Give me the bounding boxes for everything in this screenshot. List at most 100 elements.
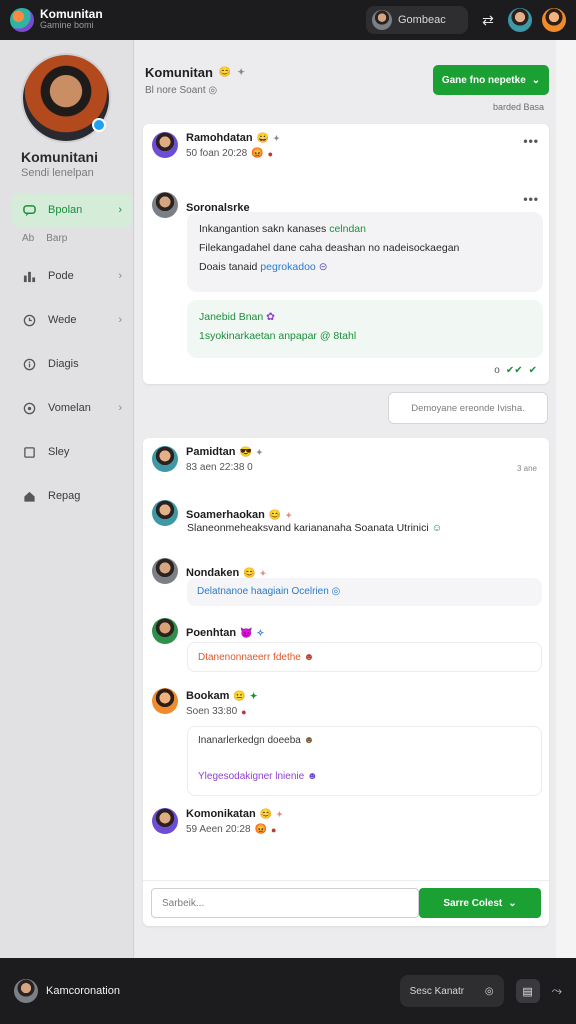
avatar[interactable]	[152, 558, 178, 584]
comment-body: Inanarlerkedgn doeeba	[198, 735, 301, 746]
emoji-icon: ☻	[306, 771, 318, 782]
profile-subtitle: Sendi lenelpan	[21, 167, 94, 179]
account-switcher-label: Gombeac	[398, 14, 446, 26]
chat-icon	[22, 203, 36, 217]
reply-bubble: Inkangantion sakn kanases celndan Fileka…	[187, 212, 543, 292]
comment-body: Dtanenonnaeerr fdethe	[198, 652, 301, 663]
reply-text: Filekangadahel dane caha deashan no nade…	[199, 242, 460, 254]
post-author[interactable]: Pamidtan	[186, 446, 236, 458]
top-bar: Komunitan Gamine bomi Gombeac ⇄	[0, 0, 576, 40]
emoji-icon: 😡	[251, 148, 264, 159]
heart-icon[interactable]: ●	[268, 149, 273, 159]
emoji-icon: 😊	[218, 67, 232, 78]
comment-bubble: Dtanenonnaeerr fdethe ☻	[187, 642, 542, 672]
chevron-down-icon: ⌄	[508, 897, 517, 909]
send-button[interactable]: Sarre Colest ⌄	[419, 888, 541, 918]
avatar	[372, 10, 392, 30]
account-switcher[interactable]: Gombeac	[366, 6, 468, 34]
app-subtitle: Gamine bomi	[40, 20, 94, 30]
sparkle-icon: ✦	[249, 690, 258, 701]
divider	[143, 880, 549, 881]
emoji-icon: 😈	[240, 627, 253, 639]
sidebar-item-pode[interactable]: Pode ›	[12, 259, 132, 293]
post-timestamp: 50 foan 20:28	[186, 148, 248, 159]
emoji-icon: 😀	[256, 132, 270, 144]
reply-input[interactable]: Demoyane ereonde Ivisha.	[388, 392, 548, 424]
reply-text: Doais tanaid	[199, 261, 258, 273]
page-title: Komunitan 😊 ✦	[145, 65, 245, 80]
comment-timestamp: Soen 33:80	[186, 706, 238, 717]
post-author[interactable]: Ramohdatan	[186, 132, 253, 144]
book-icon	[22, 445, 36, 459]
avatar[interactable]	[152, 192, 178, 218]
comment-header: Bookam 😐 ✦ Soen 33:80 ●	[152, 688, 257, 717]
sidebar-item-label: Diagis	[48, 358, 79, 370]
share-icon[interactable]: ⤳	[552, 983, 562, 999]
current-user[interactable]: Kamcoronation	[14, 979, 120, 1003]
check-icon: ✔	[528, 365, 537, 376]
heart-icon[interactable]: ●	[241, 707, 246, 717]
comment-author[interactable]: Komonikatan	[186, 808, 256, 820]
comment-author[interactable]: Bookam	[186, 690, 229, 702]
chevron-right-icon: ›	[118, 314, 122, 326]
sidebar-item-sley[interactable]: Sley	[12, 435, 132, 469]
comment-timestamp: 59 Aeen 20:28	[186, 824, 251, 835]
sidebar-item-bpolan[interactable]: Bpolan ›	[12, 193, 132, 227]
settings-icon	[22, 401, 36, 415]
avatar[interactable]	[152, 446, 178, 472]
brand[interactable]: Komunitan Gamine bomi	[10, 8, 103, 32]
sidebar: Komunitani Sendi lenelpan Bpolan › Ab Ba…	[0, 40, 134, 958]
sidebar-subitem[interactable]: Ab	[22, 233, 34, 244]
heart-icon[interactable]: ●	[271, 825, 276, 835]
new-post-button[interactable]: Gane fno nepetke ⌄	[433, 65, 549, 95]
current-user-name: Kamcoronation	[46, 985, 120, 997]
reply-link[interactable]: celndan	[329, 223, 366, 235]
avatar[interactable]	[152, 808, 178, 834]
thread-card: Ramohdatan 😀 ✦ 50 foan 20:28 😡 ● ••• Sor…	[143, 124, 549, 384]
composer-input[interactable]: Sarbeik...	[151, 888, 419, 918]
more-options-icon[interactable]: •••	[523, 134, 539, 148]
post-header: Pamidtan 😎 ✦ 83 aen 22:38 0	[152, 446, 263, 473]
post-header: Ramohdatan 😀 ✦ 50 foan 20:28 😡 ●	[152, 132, 280, 159]
reply-text: Inkangantion sakn kanases	[199, 223, 327, 235]
sidebar-item-vomelan[interactable]: Vomelan ›	[12, 391, 132, 425]
sparkle-icon: ✦	[237, 67, 245, 77]
comment-author[interactable]: Poenhtan	[186, 627, 236, 639]
avatar[interactable]	[152, 132, 178, 158]
avatar[interactable]	[152, 618, 178, 644]
thread-card: Pamidtan 😎 ✦ 83 aen 22:38 0 3 ane Soamer…	[143, 438, 549, 926]
avatar[interactable]	[152, 500, 178, 526]
sidebar-item-wede[interactable]: Wede ›	[12, 303, 132, 337]
bottom-bar: Kamcoronation Sesc Kanatr ◎ ▤ ⤳	[0, 958, 576, 1024]
quote-title[interactable]: Janebid Bnan	[199, 311, 263, 323]
read-status-text: o	[494, 365, 500, 376]
search-chip[interactable]: Sesc Kanatr ◎	[399, 975, 504, 1007]
double-check-icon: ✔✔	[505, 365, 523, 376]
app-logo-icon	[10, 8, 34, 32]
more-options-icon[interactable]: •••	[523, 192, 539, 206]
info-icon: ◎	[331, 586, 341, 597]
avatar[interactable]	[508, 8, 532, 32]
info-icon	[22, 357, 36, 371]
profile-avatar-icon[interactable]	[542, 8, 566, 32]
comment-author[interactable]: Soamerhaokan	[186, 509, 265, 521]
comment-bubble: Inanarlerkedgn doeeba ☻ Ylegesodakigner …	[187, 726, 542, 796]
document-icon[interactable]: ▤	[515, 979, 540, 1003]
reply-link[interactable]: pegrokadoo	[260, 261, 315, 273]
sidebar-subitem[interactable]: Barp	[46, 233, 67, 244]
quote-text: 1syokinarkaetan anpapar @ 8tahl	[199, 330, 357, 342]
emoji-icon: 😡	[254, 824, 267, 835]
sidebar-item-label: Vomelan	[48, 402, 91, 414]
sidebar-item-repag[interactable]: Repag	[12, 479, 132, 513]
scrollbar[interactable]	[556, 40, 576, 958]
emoji-icon: ☻	[303, 735, 315, 746]
chevron-right-icon: ›	[118, 402, 122, 414]
sparkle-icon: ✦	[259, 568, 267, 578]
comment-body: Slaneonmeheaksvand kariananaha Soanata U…	[187, 522, 429, 534]
sidebar-subitems: Ab Barp	[12, 227, 132, 249]
comment-bubble: Delatnanoe haagiain Ocelrien ◎	[187, 578, 542, 606]
sidebar-item-diagis[interactable]: Diagis	[12, 347, 132, 381]
avatar[interactable]	[152, 688, 178, 714]
quote-bubble: Janebid Bnan ✿ 1syokinarkaetan anpapar @…	[187, 300, 543, 358]
shuffle-icon[interactable]: ⇄	[478, 12, 498, 29]
